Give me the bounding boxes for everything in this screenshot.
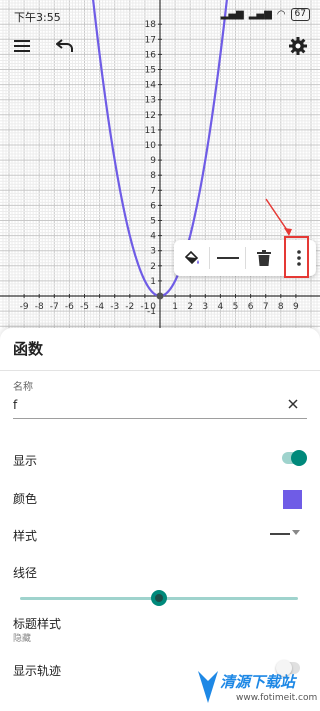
watermark-text: 清源下载站 <box>220 673 296 691</box>
watermark-logo-icon <box>198 671 218 703</box>
line-width-label: 线径 <box>13 566 38 580</box>
name-field-underline <box>13 418 307 419</box>
y-tick-label: 17 <box>145 35 156 45</box>
annotation-highlight-box <box>284 236 309 278</box>
undo-button[interactable] <box>50 31 80 61</box>
vertex-point <box>156 292 164 300</box>
slider-thumb-center <box>155 594 163 602</box>
battery-icon: 67 <box>290 8 310 21</box>
status-bar: 下午3:55 ▂▄▆ ▂▄▆ ◠ 67 <box>0 0 320 32</box>
wifi-icon: ◠ <box>276 9 286 20</box>
panel-title: 函数 <box>13 340 44 358</box>
gear-icon <box>289 37 307 55</box>
chevron-down-icon <box>292 530 300 535</box>
x-tick-label: -9 <box>20 302 29 312</box>
style-label: 样式 <box>13 529 38 543</box>
y-tick-label: 8 <box>150 171 156 181</box>
y-tick-label: 3 <box>150 247 156 257</box>
x-tick-label: -7 <box>50 302 59 312</box>
trash-icon <box>256 250 271 266</box>
menu-button[interactable] <box>7 31 37 61</box>
caption-style-label: 标题样式 <box>13 617 62 631</box>
x-tick-label: 1 <box>172 302 178 312</box>
signal-icon-2: ▂▄▆ <box>248 9 272 20</box>
signal-icon: ▂▄▆ <box>220 9 244 20</box>
x-tick-label: -3 <box>110 302 119 312</box>
x-tick-label: 3 <box>202 302 208 312</box>
delete-button[interactable] <box>246 240 281 276</box>
name-field-label: 名称 <box>13 382 33 393</box>
watermark-url: www.fotimeit.com <box>236 693 318 703</box>
y-tick-label: 11 <box>145 126 156 136</box>
show-toggle[interactable] <box>281 450 307 466</box>
line-style-dropdown[interactable] <box>266 522 306 542</box>
x-tick-label: -6 <box>65 302 74 312</box>
status-time: 下午3:55 <box>14 11 61 24</box>
trace-label: 显示轨迹 <box>13 664 62 678</box>
y-tick-label: 5 <box>150 217 156 227</box>
line-style-preview <box>270 533 290 535</box>
show-toggle-knob <box>291 450 307 466</box>
caption-style-value[interactable]: 隐藏 <box>13 631 31 644</box>
x-tick-label: 9 <box>293 302 299 312</box>
annotation-arrow-icon <box>265 198 292 236</box>
x-tick-label: -8 <box>35 302 44 312</box>
x-tick-label: 6 <box>248 302 254 312</box>
panel-divider <box>0 370 320 371</box>
y-tick-label: 7 <box>150 186 156 196</box>
fill-button[interactable] <box>174 240 209 276</box>
y-tick-label: 6 <box>150 201 156 211</box>
y-tick-label: 9 <box>150 156 156 166</box>
origin-label: 0 <box>150 302 156 312</box>
line-style-icon <box>216 257 239 259</box>
color-label: 颜色 <box>13 492 38 506</box>
y-tick-label: 12 <box>145 111 156 121</box>
y-tick-label: 2 <box>150 262 156 272</box>
x-tick-label: -5 <box>80 302 89 312</box>
paint-bucket-icon <box>184 250 199 265</box>
color-swatch[interactable] <box>283 490 302 509</box>
status-icons: ▂▄▆ ▂▄▆ ◠ 67 <box>221 8 310 21</box>
show-label: 显示 <box>13 454 38 468</box>
clear-icon[interactable] <box>285 396 301 412</box>
graph-svg[interactable]: -9 -8 -7 -6 -5 -4 -3 -2 -1 1 2 3 4 5 6 7 8 91234567891011… <box>0 0 320 328</box>
y-tick-label: 15 <box>145 66 156 76</box>
watermark: 清源下载站 www.fotimeit.com <box>196 665 318 711</box>
y-tick-label: 13 <box>145 96 156 106</box>
line-width-slider-thumb[interactable] <box>151 590 167 606</box>
y-tick-label: 14 <box>145 81 157 91</box>
y-tick-label: 4 <box>150 232 156 242</box>
settings-button[interactable] <box>283 31 313 61</box>
x-tick-label: -4 <box>95 302 104 312</box>
y-tick-label: 10 <box>145 141 157 151</box>
x-tick-label: 8 <box>278 302 284 312</box>
line-style-button[interactable] <box>210 240 245 276</box>
y-tick-label: 1 <box>150 277 156 287</box>
x-tick-label: -2 <box>125 302 134 312</box>
x-tick-label: 7 <box>263 302 269 312</box>
undo-icon <box>56 39 73 52</box>
x-tick-label: 2 <box>187 302 193 312</box>
hamburger-menu-icon <box>14 40 30 52</box>
graph-canvas[interactable]: -9 -8 -7 -6 -5 -4 -3 -2 -1 1 2 3 4 5 6 7 8 9 1 2 3 4 5 6 7 8 9 10 11… <box>0 0 320 328</box>
x-tick-label: 5 <box>233 302 239 312</box>
properties-panel: 函数 名称 f 显示 颜色 样式 线径 标题样式 隐藏 显示轨迹 <box>0 328 320 711</box>
x-tick-label: 4 <box>218 302 224 312</box>
y-tick-label: 16 <box>145 50 157 60</box>
name-field[interactable]: f <box>13 398 17 412</box>
